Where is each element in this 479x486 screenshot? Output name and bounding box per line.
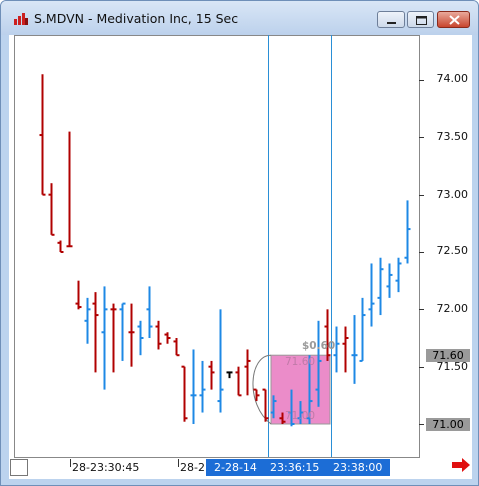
app-chart-icon — [14, 13, 28, 25]
measure-start-value: 71.60 — [285, 356, 316, 368]
close-icon — [449, 15, 460, 25]
measure-end-value: 71.00 — [285, 410, 316, 422]
price-axis-label: 72.50 — [436, 244, 469, 257]
time-selected-label: 23:38:00 — [333, 461, 383, 474]
chart-area[interactable]: 74.00 73.50 73.00 72.50 72.00 71.50 71.6… — [9, 35, 472, 479]
time-selected-label: 23:36:15 — [270, 461, 320, 474]
minimize-icon — [387, 22, 396, 24]
upper-price-tag: 71.60 — [426, 349, 470, 362]
time-tick — [70, 459, 71, 467]
minimize-button[interactable] — [377, 11, 405, 28]
measure-delta-label: $0.60 — [302, 340, 336, 352]
time-selected-label: 2-28-14 — [214, 461, 257, 474]
time-axis[interactable]: 28-23:30:45 28-2 2-28-14 23:36:15 23:38:… — [10, 459, 420, 476]
time-axis-corner — [10, 459, 28, 476]
price-axis-label: 74.00 — [436, 72, 469, 85]
scroll-right-arrow-icon[interactable] — [452, 458, 472, 472]
close-button[interactable] — [437, 11, 470, 28]
window-title: S.MDVN - Medivation Inc, 15 Sec — [34, 11, 239, 26]
chart-window: S.MDVN - Medivation Inc, 15 Sec 74.00 73… — [0, 0, 479, 486]
maximize-icon — [416, 16, 427, 25]
title-bar[interactable]: S.MDVN - Medivation Inc, 15 Sec — [1, 1, 478, 35]
time-tick — [178, 459, 179, 467]
lower-price-tag: 71.00 — [426, 418, 470, 431]
price-axis-label: 73.00 — [436, 188, 469, 201]
time-axis-label: 28-23:30:45 — [72, 461, 140, 474]
plot-border — [14, 35, 420, 458]
price-chart[interactable] — [9, 35, 472, 459]
price-axis-label: 72.00 — [436, 302, 469, 315]
price-axis-label: 73.50 — [436, 130, 469, 143]
maximize-button[interactable] — [407, 11, 434, 28]
time-axis-label: 28-2 — [180, 461, 205, 474]
